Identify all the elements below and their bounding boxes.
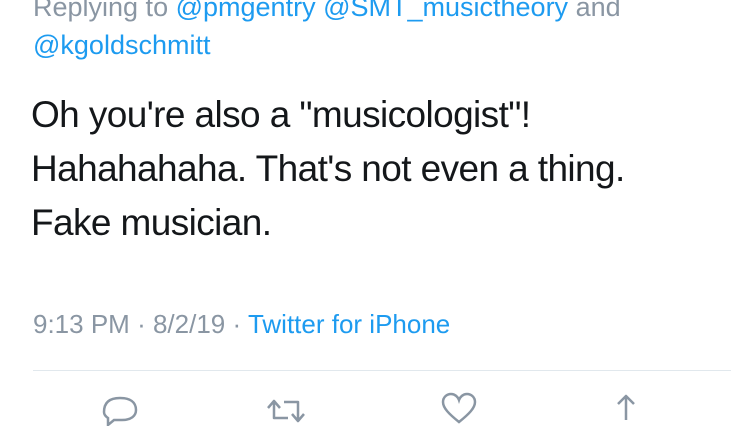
mention-pmgentry-link[interactable]: @pmgentry — [176, 0, 316, 22]
share-button[interactable] — [604, 386, 648, 426]
replying-to-conjunction: and — [575, 0, 621, 22]
tweet-date: 8/2/19 — [152, 309, 226, 339]
reply-button[interactable] — [98, 386, 142, 426]
like-button[interactable] — [437, 386, 481, 426]
mention-smt-musictheory-link[interactable]: @SMT_musictheory — [323, 0, 568, 22]
tweet-source-link[interactable]: Twitter for iPhone — [248, 309, 450, 339]
meta-separator: · — [232, 309, 242, 339]
retweet-button[interactable] — [264, 386, 308, 426]
tweet-text-line: Oh you're also a "musicologist"! — [31, 94, 531, 135]
mention-kgoldschmitt-link[interactable]: @kgoldschmitt — [33, 30, 210, 60]
tweet-metadata: 9:13 PM · 8/2/19 · Twitter for iPhone — [33, 306, 450, 342]
like-icon — [441, 392, 477, 424]
meta-separator: · — [137, 309, 146, 339]
tweet-text-line: Fake musician. — [31, 202, 272, 243]
tweet-action-bar — [0, 386, 731, 426]
tweet-time: 9:13 PM — [33, 309, 130, 339]
tweet-text-line: Hahahahaha. That's not even a thing. — [31, 148, 625, 189]
replying-to-label: Replying to — [33, 0, 169, 22]
reply-icon — [102, 396, 138, 426]
tweet-text: Oh you're also a "musicologist"! Hahahah… — [31, 88, 721, 250]
retweet-icon — [267, 399, 305, 423]
replying-to-line: Replying to @pmgentry @SMT_musictheory a… — [33, 0, 723, 64]
divider — [33, 370, 731, 371]
share-icon — [617, 394, 635, 420]
